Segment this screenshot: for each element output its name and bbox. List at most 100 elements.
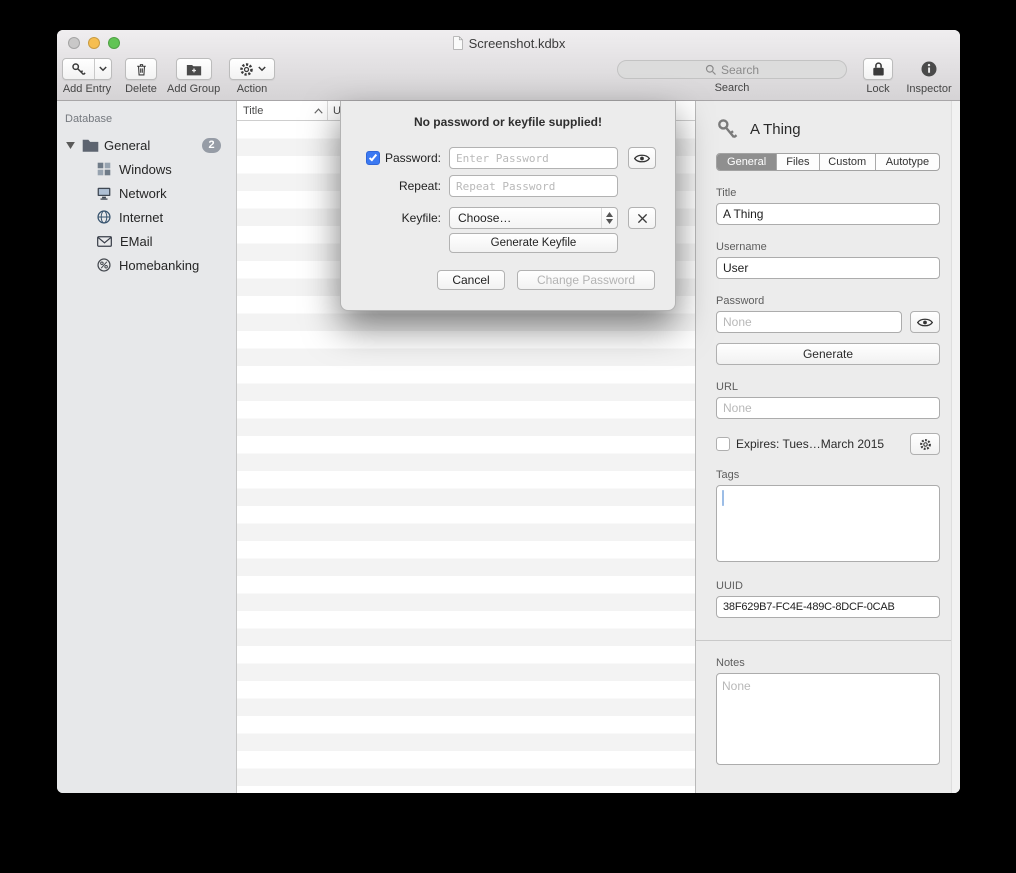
- app-window: Screenshot.kdbx Add Ent: [57, 30, 960, 793]
- email-icon: [97, 236, 112, 247]
- traffic-lights: [68, 37, 120, 49]
- cancel-button[interactable]: Cancel: [437, 270, 505, 290]
- titlebar[interactable]: Screenshot.kdbx: [57, 30, 960, 56]
- sidebar-item-label: Internet: [119, 210, 163, 225]
- toolbar-item-delete: Delete: [125, 58, 157, 95]
- uuid-label: UUID: [716, 580, 940, 592]
- x-icon: [637, 213, 648, 224]
- dialog-message: No password or keyfile supplied!: [341, 115, 675, 129]
- toolbar-item-add-group: Add Group: [167, 58, 220, 95]
- sidebar-item-email[interactable]: EMail: [57, 229, 236, 253]
- url-field-label: URL: [716, 381, 940, 393]
- toolbar: Add Entry Delete Add Group: [57, 56, 960, 100]
- keyfile-popup-button[interactable]: Choose…: [449, 207, 618, 229]
- tag-pill[interactable]: [722, 490, 724, 506]
- title-field-label: Title: [716, 187, 940, 199]
- sidebar-item-label: Network: [119, 186, 167, 201]
- expires-settings-button[interactable]: [910, 433, 940, 455]
- add-entry-main[interactable]: [63, 59, 94, 79]
- expires-label: Expires: Tues…March 2015: [736, 437, 884, 451]
- window-header: Screenshot.kdbx Add Ent: [57, 30, 960, 101]
- clear-keyfile-button[interactable]: [628, 207, 656, 229]
- add-group-button[interactable]: [176, 58, 212, 80]
- expires-checkbox[interactable]: [716, 437, 730, 451]
- close-button[interactable]: [68, 37, 80, 49]
- tab-custom[interactable]: Custom: [819, 154, 875, 170]
- uuid-field[interactable]: [716, 596, 940, 618]
- sidebar-item-internet[interactable]: Internet: [57, 205, 236, 229]
- column-title-label: Title: [243, 105, 263, 117]
- lock-button[interactable]: [863, 58, 893, 80]
- inspector-toggle-button[interactable]: [920, 58, 938, 80]
- tags-label: Tags: [716, 469, 940, 481]
- entry-count-badge: 2: [202, 138, 221, 153]
- change-password-button[interactable]: Change Password: [517, 270, 655, 290]
- sidebar-item-network[interactable]: Network: [57, 181, 236, 205]
- folder-plus-icon: [186, 63, 202, 76]
- sort-ascending-icon: [314, 108, 323, 114]
- key-icon: [71, 62, 86, 77]
- toolbar-item-lock: Lock: [863, 58, 893, 95]
- sidebar-item-homebanking[interactable]: Homebanking: [57, 253, 236, 277]
- tab-autotype[interactable]: Autotype: [875, 154, 939, 170]
- generate-keyfile-button[interactable]: Generate Keyfile: [449, 233, 618, 253]
- popup-stepper-icon: [601, 208, 617, 228]
- sidebar-item-general[interactable]: General 2: [57, 133, 236, 157]
- homebanking-icon: [97, 258, 111, 272]
- window-title-text: Screenshot.kdbx: [469, 36, 566, 51]
- search-icon: [705, 64, 717, 76]
- column-header-title[interactable]: Title: [237, 101, 328, 120]
- search-placeholder: Search: [721, 63, 759, 77]
- show-password-button[interactable]: [910, 311, 940, 333]
- gear-icon: [239, 62, 254, 77]
- trash-icon: [135, 62, 148, 77]
- username-field[interactable]: [716, 257, 940, 279]
- delete-button[interactable]: [125, 58, 157, 80]
- minimize-button[interactable]: [88, 37, 100, 49]
- password-field-label: Password: [716, 295, 940, 307]
- notes-label: Notes: [716, 657, 940, 669]
- inspector-scrollbar[interactable]: [951, 101, 960, 793]
- disclosure-triangle-icon[interactable]: [63, 142, 77, 149]
- eye-icon: [634, 153, 650, 164]
- tags-field[interactable]: [716, 485, 940, 562]
- toolbar-item-add-entry: Add Entry: [62, 58, 112, 95]
- network-icon: [97, 187, 111, 200]
- inspector-tabs: General Files Custom Autotype: [716, 153, 940, 171]
- eye-icon: [917, 317, 933, 328]
- notes-field[interactable]: None: [716, 673, 940, 765]
- sidebar-item-label: Windows: [119, 162, 172, 177]
- url-field[interactable]: [716, 397, 940, 419]
- change-password-sheet: No password or keyfile supplied! Passwor…: [340, 101, 676, 311]
- window-title: Screenshot.kdbx: [452, 36, 566, 51]
- search-label: Search: [715, 82, 750, 94]
- dialog-password-label: Password:: [385, 151, 441, 165]
- add-entry-dropdown[interactable]: [94, 59, 111, 79]
- password-field[interactable]: [716, 311, 902, 333]
- tab-files[interactable]: Files: [776, 154, 818, 170]
- zoom-button[interactable]: [108, 37, 120, 49]
- chevron-down-icon: [99, 66, 107, 72]
- sidebar-item-label: EMail: [120, 234, 153, 249]
- sidebar-section-header: Database: [57, 101, 236, 133]
- dialog-show-password-button[interactable]: [628, 147, 656, 169]
- inspector-panel: A Thing General Files Custom Autotype Ti…: [695, 101, 960, 793]
- lock-label: Lock: [866, 83, 889, 95]
- add-entry-button[interactable]: [62, 58, 112, 80]
- checkmark-icon: [369, 153, 377, 162]
- dialog-keyfile-label: Keyfile:: [402, 211, 441, 225]
- dialog-password-input[interactable]: [449, 147, 618, 169]
- inspector-divider: [696, 640, 960, 641]
- key-icon: [716, 118, 738, 140]
- chevron-down-icon: [258, 66, 266, 72]
- tab-general[interactable]: General: [717, 154, 776, 170]
- dialog-repeat-label: Repeat:: [399, 179, 441, 193]
- dialog-repeat-input[interactable]: [449, 175, 618, 197]
- password-checkbox[interactable]: [366, 151, 380, 165]
- sidebar-item-windows[interactable]: Windows: [57, 157, 236, 181]
- search-input[interactable]: Search: [617, 60, 847, 79]
- generate-password-button[interactable]: Generate: [716, 343, 940, 365]
- title-field[interactable]: [716, 203, 940, 225]
- action-button[interactable]: [229, 58, 275, 80]
- toolbar-item-action: Action: [229, 58, 275, 95]
